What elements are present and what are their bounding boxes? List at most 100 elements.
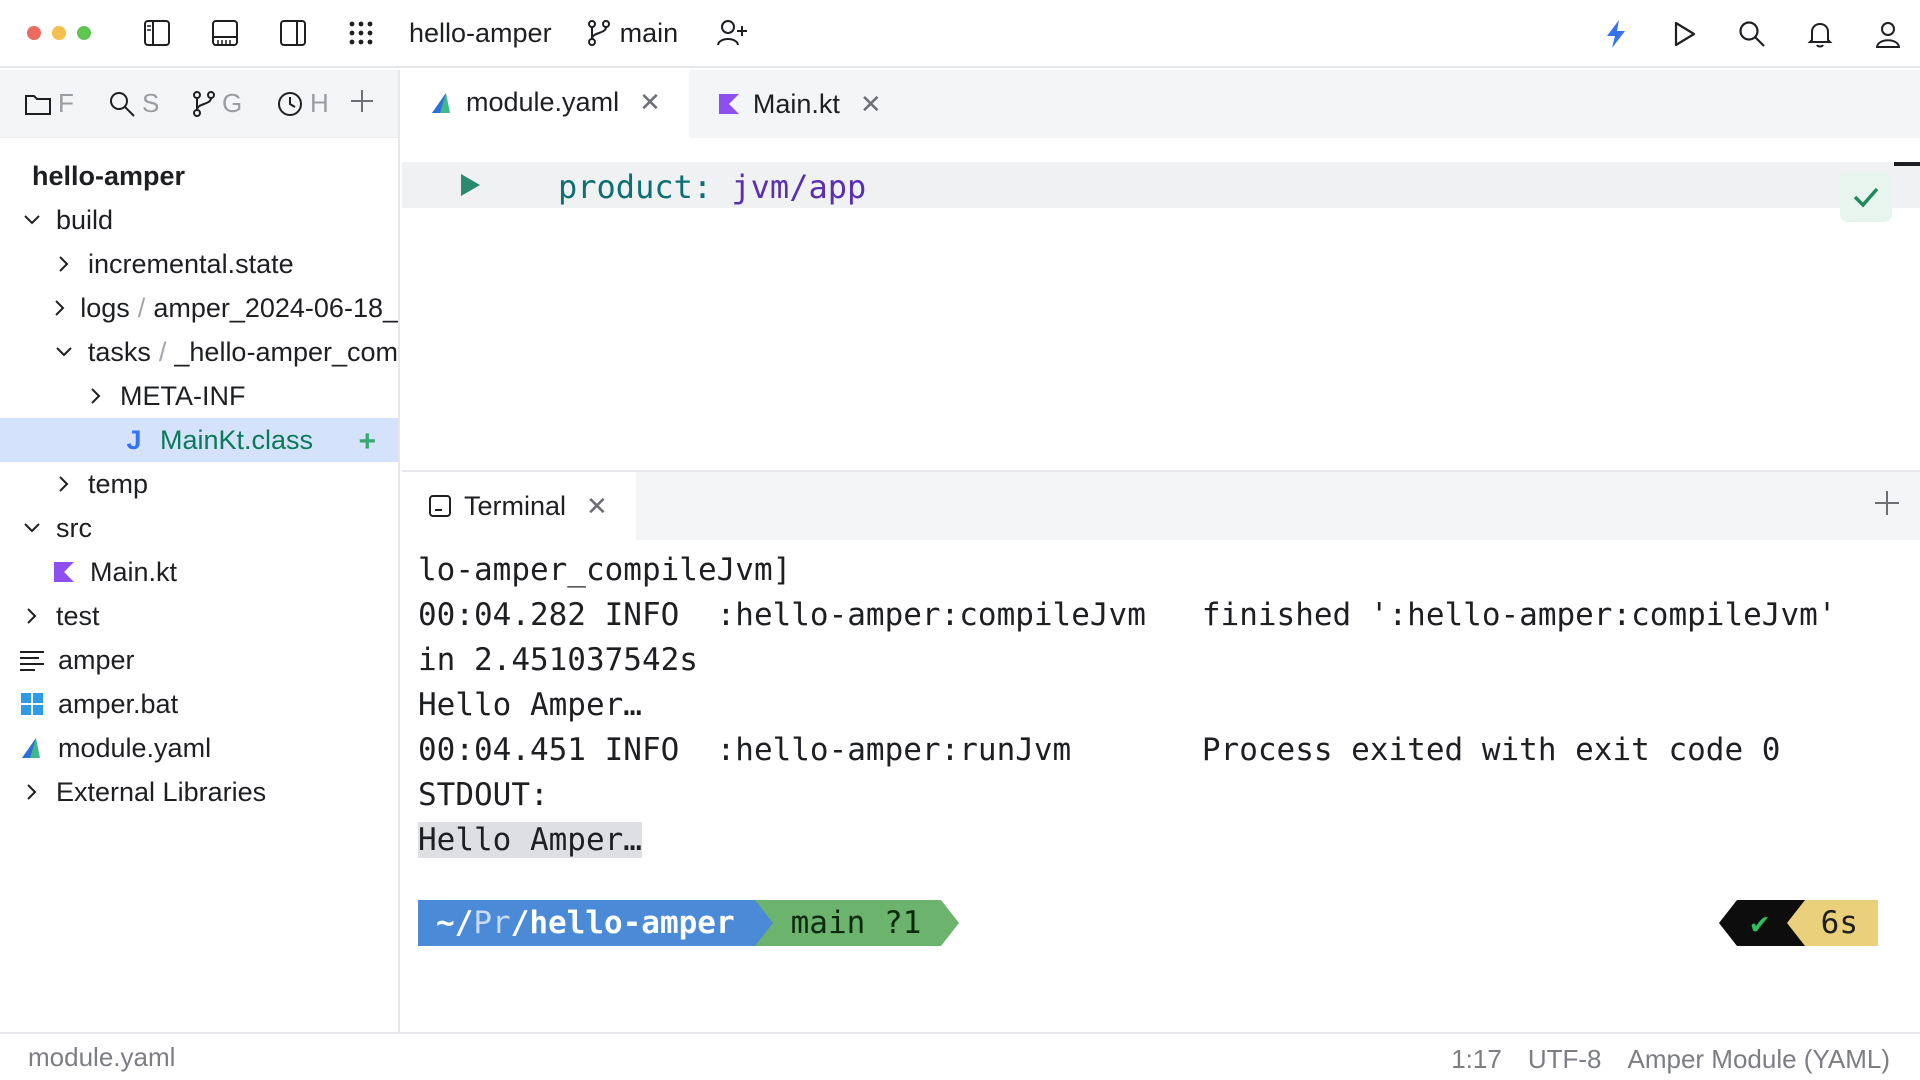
run-icon[interactable] [1664, 14, 1704, 54]
close-window-button[interactable] [27, 26, 41, 40]
tree-item-logs[interactable]: logs / amper_2024-06-18_ [0, 286, 398, 330]
tree-item-test[interactable]: test [0, 594, 398, 638]
project-switcher[interactable]: hello-amper [409, 18, 552, 49]
bell-icon[interactable] [1800, 14, 1840, 54]
chevron-down-icon[interactable] [16, 213, 48, 227]
tree-item-label: temp [88, 468, 149, 499]
project-name: hello-amper [409, 17, 552, 48]
title-bar: hello-amper main [0, 0, 1920, 68]
chevron-down-icon[interactable] [48, 345, 80, 359]
tab-terminal[interactable]: Terminal ✕ [402, 472, 636, 540]
chevron-right-icon[interactable] [48, 254, 80, 274]
tree-item-amper-bat[interactable]: amper.bat [0, 682, 398, 726]
tree-item-tasks[interactable]: tasks / _hello-amper_com [0, 330, 398, 374]
tab-label: Main.kt [752, 88, 840, 119]
status-widgets: 1:17 UTF-8 Amper Module (YAML) [1451, 1044, 1890, 1075]
add-tab-button[interactable] [348, 87, 376, 120]
tree-item-label: module.yaml [58, 732, 212, 763]
sidebar-tab-files[interactable]: F [0, 88, 84, 119]
tree-item-main-kt[interactable]: Main.kt [0, 550, 398, 594]
status-encoding[interactable]: UTF-8 [1528, 1044, 1602, 1075]
tree-item-temp[interactable]: temp [0, 462, 398, 506]
tree-item-label: test [56, 600, 100, 631]
left-panel-toggle-icon[interactable] [137, 13, 177, 53]
terminal-output[interactable]: lo-amper_compileJvm] 00:04.282 INFO :hel… [402, 540, 1920, 863]
tree-item-label: amper [58, 644, 135, 675]
shell-prompt: ~/Pr/hello-amper main ?1 [418, 900, 960, 946]
window-controls [27, 26, 91, 40]
yaml-colon: : [692, 168, 713, 206]
zoom-window-button[interactable] [77, 26, 91, 40]
chevron-right-icon[interactable] [48, 298, 72, 318]
chevron-right-icon[interactable] [80, 386, 112, 406]
status-file-type[interactable]: Amper Module (YAML) [1628, 1044, 1891, 1075]
tree-item-label: logs [80, 292, 130, 323]
prompt-arrow-left-icon [1786, 900, 1805, 946]
right-panel-toggle-icon[interactable] [273, 13, 313, 53]
minimize-window-button[interactable] [52, 26, 66, 40]
code-editor[interactable]: product: jvm/app [402, 138, 1920, 470]
tree-item-crumb: amper_2024-06-18_ [153, 292, 398, 323]
chevron-right-icon[interactable] [16, 606, 48, 626]
run-gutter-icon[interactable] [458, 172, 482, 203]
tree-item-src[interactable]: src [0, 506, 398, 550]
prompt-arrow-icon [941, 900, 960, 946]
terminal-line: in 2.451037542s [418, 642, 698, 678]
chevron-right-icon[interactable] [16, 782, 48, 802]
git-branch-icon [193, 90, 215, 117]
tree-item-label: amper.bat [58, 688, 179, 719]
tree-item-label: Main.kt [90, 556, 178, 587]
sidebar-tab-label: G [222, 88, 243, 118]
tree-item-mainkt-class[interactable]: J MainKt.class + [0, 418, 398, 462]
chevron-right-icon[interactable] [48, 474, 80, 494]
main-menu-grid-icon[interactable] [341, 13, 381, 53]
terminal-tab-bar: Terminal ✕ [402, 472, 1920, 540]
text-file-icon [18, 649, 46, 671]
tree-item-label: MainKt.class [160, 424, 314, 455]
terminal-line: Hello Amper… [418, 687, 642, 723]
bottom-panel-toggle-icon[interactable] [205, 13, 245, 53]
tab-module-yaml[interactable]: module.yaml ✕ [402, 70, 689, 138]
tree-item-build[interactable]: build [0, 198, 398, 242]
tab-main-kt[interactable]: Main.kt ✕ [689, 70, 910, 138]
tree-item-external-libraries[interactable]: External Libraries [0, 770, 398, 814]
tree-item-incremental-state[interactable]: incremental.state [0, 242, 398, 286]
user-icon[interactable] [1868, 14, 1908, 54]
sidebar-tab-history[interactable]: H [252, 88, 336, 119]
sidebar-tab-label: S [142, 88, 160, 118]
close-icon[interactable]: ✕ [586, 491, 608, 522]
tab-label: Terminal [464, 490, 567, 521]
prompt-status-ok: ✔ [1736, 900, 1787, 946]
tree-item-label: tasks [87, 336, 151, 367]
status-breadcrumb[interactable]: module.yaml [28, 1042, 175, 1073]
tree-item-amper[interactable]: amper [0, 638, 398, 682]
close-icon[interactable]: ✕ [860, 89, 882, 120]
status-caret-position[interactable]: 1:17 [1451, 1044, 1502, 1075]
sidebar-tab-label: F [58, 88, 74, 118]
amper-module-icon [432, 92, 450, 113]
code-text: product: jvm/app [558, 168, 866, 206]
editor-tab-bar: module.yaml ✕ Main.kt ✕ [402, 70, 1920, 138]
lightning-icon[interactable] [1596, 14, 1636, 54]
sidebar-tab-git[interactable]: G [168, 88, 252, 119]
amper-module-icon [18, 736, 46, 760]
sidebar-tab-search[interactable]: S [84, 88, 168, 119]
add-user-icon[interactable] [712, 13, 752, 53]
branch-switcher[interactable]: main [586, 17, 679, 49]
project-root-title[interactable]: hello-amper [32, 154, 398, 198]
terminal-tool-window: Terminal ✕ lo-amper_compileJvm] 00:04.28… [402, 470, 1920, 1032]
search-icon[interactable] [1732, 14, 1772, 54]
close-icon[interactable]: ✕ [639, 87, 661, 118]
inspection-ok-icon[interactable] [1840, 172, 1892, 222]
prompt-arrow-left-icon [1718, 900, 1737, 946]
tree-item-meta-inf[interactable]: META-INF [0, 374, 398, 418]
tree-item-module-yaml[interactable]: module.yaml [0, 726, 398, 770]
sidebar-tab-label: H [310, 88, 329, 118]
tree-item-label: build [56, 204, 114, 235]
status-bar: module.yaml 1:17 UTF-8 Amper Module (YAM… [0, 1032, 1920, 1080]
terminal-line: STDOUT: [418, 777, 549, 813]
chevron-down-icon[interactable] [16, 521, 48, 535]
code-line-1[interactable]: product: jvm/app [402, 162, 1920, 208]
branch-name: main [619, 17, 679, 48]
new-terminal-plus-icon[interactable] [1872, 488, 1902, 523]
